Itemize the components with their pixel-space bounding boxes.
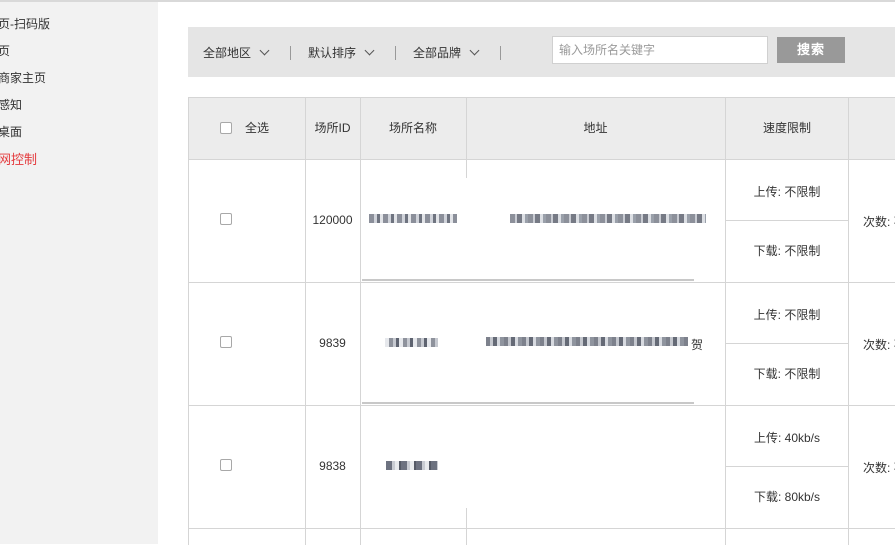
row-checkbox[interactable]: [220, 336, 232, 348]
venue-name-header: 场所名称: [388, 121, 437, 135]
row-checkbox[interactable]: [220, 459, 232, 471]
download-limit: 下载: 80kb/s: [753, 490, 821, 504]
chevron-down-icon: [364, 45, 375, 56]
sort-filter-label: 默认排序: [308, 46, 357, 60]
filter-divider: [500, 46, 501, 60]
select-all-label: 全选: [244, 121, 269, 135]
select-all-checkbox[interactable]: [220, 122, 232, 134]
venue-id: 120000: [312, 213, 353, 227]
cell-divider: [726, 466, 848, 467]
download-limit: 下载: 不限制: [753, 244, 821, 258]
column-divider: [466, 508, 467, 545]
sort-filter-dropdown[interactable]: 默认排序: [308, 44, 375, 62]
sidebar-item-other[interactable]: i: [0, 178, 1, 198]
address-suffix: 贺: [691, 338, 704, 352]
column-divider: [360, 98, 361, 545]
row-progress-line: [362, 402, 694, 404]
upload-limit: 上传: 不限制: [753, 185, 821, 199]
upload-limit: 上传: 不限制: [753, 308, 821, 322]
address-header: 地址: [583, 121, 608, 135]
venue-name-redacted: [385, 338, 438, 347]
filter-bar: 全部地区 默认排序 全部品牌 搜索: [188, 27, 895, 77]
row-checkbox[interactable]: [220, 213, 232, 225]
column-divider: [466, 98, 467, 178]
column-divider: [305, 98, 306, 545]
address-redacted: [510, 214, 706, 223]
count-limit: 次数: 不: [863, 338, 895, 352]
cell-divider: [726, 343, 848, 344]
sidebar-item-merchant-home[interactable]: 商家主页: [0, 68, 46, 88]
region-filter-dropdown[interactable]: 全部地区: [203, 44, 270, 62]
region-filter-label: 全部地区: [203, 46, 252, 60]
address-redacted: [486, 337, 688, 346]
brand-filter-dropdown[interactable]: 全部品牌: [413, 44, 480, 62]
download-limit: 下载: 不限制: [753, 367, 821, 381]
sidebar-item-home[interactable]: 页: [0, 41, 10, 61]
filter-divider: [395, 46, 396, 60]
venue-id: 9838: [319, 459, 346, 473]
search-input[interactable]: [552, 36, 768, 64]
cell-divider: [726, 220, 848, 221]
sidebar-item-network-control[interactable]: 网控制: [0, 150, 37, 170]
row-progress-line: [362, 279, 694, 281]
column-divider: [848, 98, 849, 545]
search-button[interactable]: 搜索: [777, 37, 845, 63]
address-redacted: [529, 460, 661, 469]
sidebar-item-perception[interactable]: 感知: [0, 95, 22, 115]
row-divider: [189, 282, 895, 283]
brand-filter-label: 全部品牌: [413, 46, 462, 60]
venue-name-redacted: [386, 461, 438, 470]
speed-limit-header: 速度限制: [762, 121, 811, 135]
sidebar-item-desktop[interactable]: 桌面: [0, 122, 22, 142]
venue-id: 9839: [319, 336, 346, 350]
row-divider: [189, 405, 895, 406]
venue-name-redacted: [369, 214, 457, 223]
sidebar: 页-扫码版 页 商家主页 感知 桌面 网控制 i: [0, 2, 158, 544]
chevron-down-icon: [469, 45, 480, 56]
filter-divider: [290, 46, 291, 60]
table-header: 全选 场所ID 场所名称 地址 速度限制: [189, 98, 895, 160]
sidebar-item-scan-version[interactable]: 页-扫码版: [0, 14, 50, 34]
chevron-down-icon: [259, 45, 270, 56]
row-divider: [189, 528, 895, 529]
venue-id-header: 场所ID: [314, 121, 351, 135]
count-limit: 次数: 不: [863, 461, 895, 475]
upload-limit: 上传: 40kb/s: [753, 431, 821, 445]
venue-table: 全选 场所ID 场所名称 地址 速度限制 120000 上传: 不限制 下载: …: [188, 97, 895, 545]
count-limit: 次数: 不: [863, 215, 895, 229]
